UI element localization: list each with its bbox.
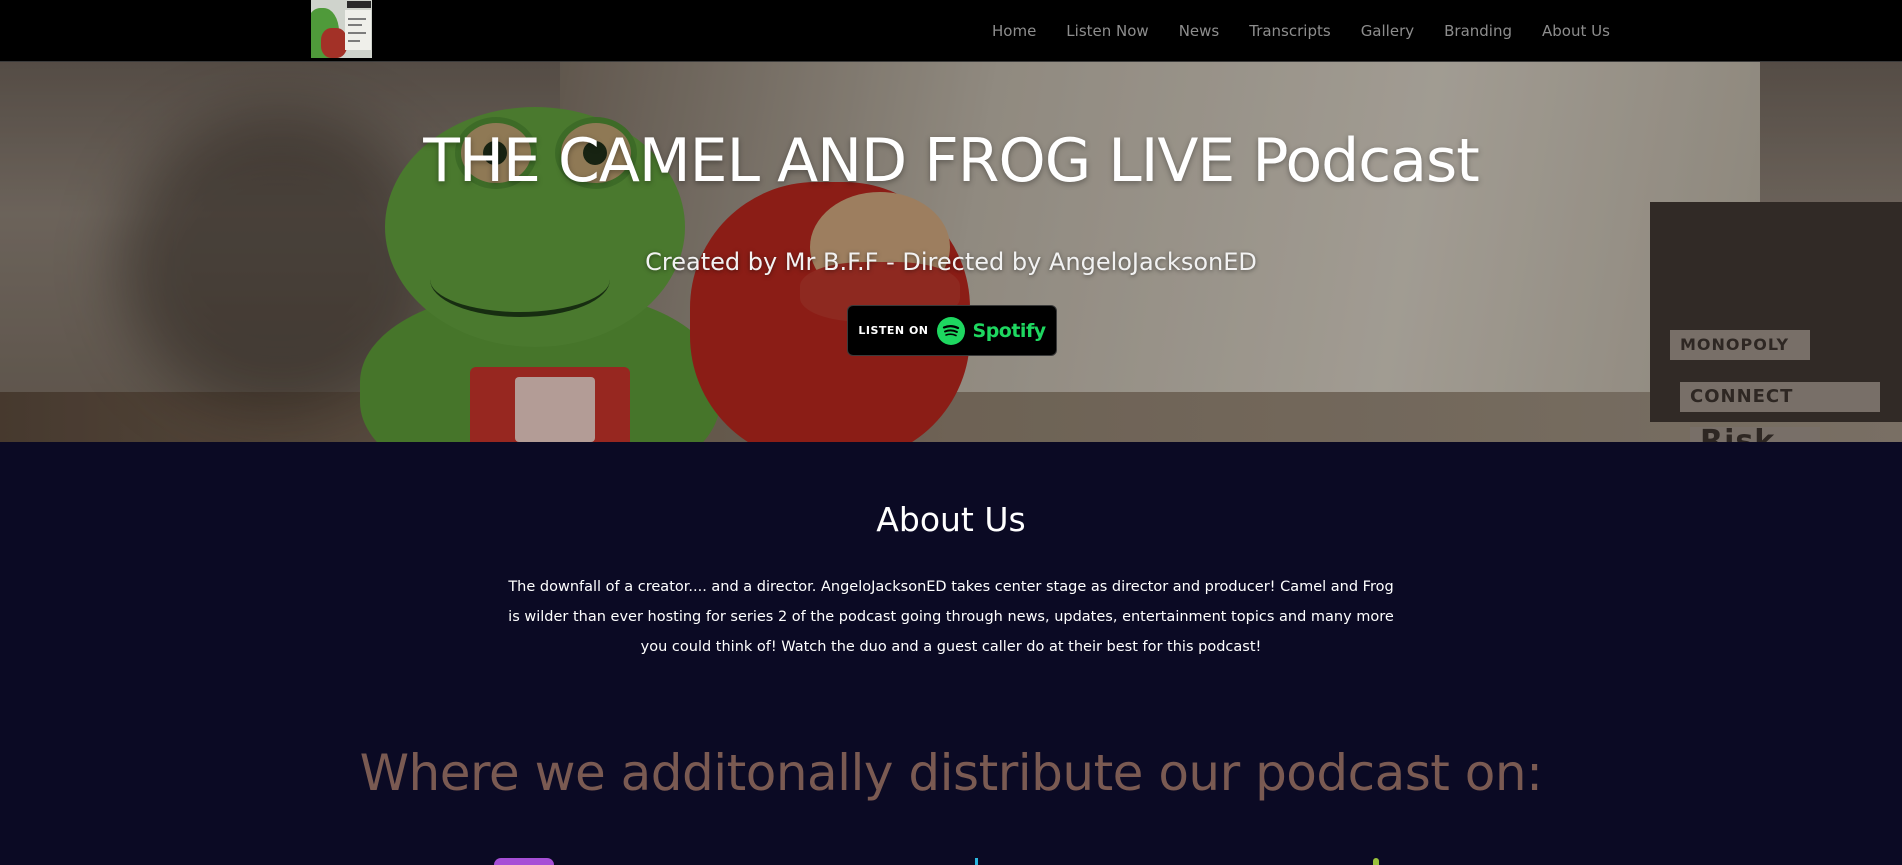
spotify-brand-text: Spotify [972, 319, 1047, 342]
listen-on-spotify-button[interactable]: LISTEN ON Spotify [847, 305, 1057, 356]
nav-news[interactable]: News [1179, 22, 1220, 40]
logo-text-line [348, 32, 366, 34]
logo-dark-strip [347, 1, 371, 8]
main-nav: Home Listen Now News Transcripts Gallery… [992, 0, 1610, 62]
top-navbar: Home Listen Now News Transcripts Gallery… [0, 0, 1902, 62]
nav-listen-now[interactable]: Listen Now [1066, 22, 1148, 40]
nav-transcripts[interactable]: Transcripts [1249, 22, 1330, 40]
google-podcasts-icon[interactable] [975, 858, 978, 865]
about-us-heading: About Us [876, 500, 1026, 539]
hero-subtitle: Created by Mr B.F.F - Directed by Angelo… [645, 248, 1257, 276]
nav-gallery[interactable]: Gallery [1361, 22, 1414, 40]
logo-text-line [348, 18, 366, 20]
spotify-waves-icon [942, 324, 959, 336]
distribution-heading: Where we additonally distribute our podc… [359, 744, 1543, 802]
spotify-icon [936, 316, 965, 345]
logo-paper-shape [345, 10, 371, 50]
apple-podcasts-icon[interactable] [494, 858, 554, 865]
logo-text-line [348, 24, 362, 26]
nav-about-us[interactable]: About Us [1542, 22, 1610, 40]
hero-title: THE CAMEL AND FROG LIVE Podcast [423, 126, 1480, 196]
page: Home Listen Now News Transcripts Gallery… [0, 0, 1902, 865]
spotify-button-prefix: LISTEN ON [858, 324, 929, 337]
nav-home[interactable]: Home [992, 22, 1036, 40]
hero-banner: MONOPOLY CONNECT Risk THE CAMEL AND FROG… [0, 62, 1902, 442]
about-us-text: The downfall of a creator.... and a dire… [508, 579, 1394, 655]
podcast-platform-icon[interactable] [1373, 858, 1379, 865]
site-logo[interactable] [311, 0, 372, 58]
nav-branding[interactable]: Branding [1444, 22, 1512, 40]
logo-red-shape [321, 28, 347, 58]
logo-text-line [348, 40, 360, 42]
